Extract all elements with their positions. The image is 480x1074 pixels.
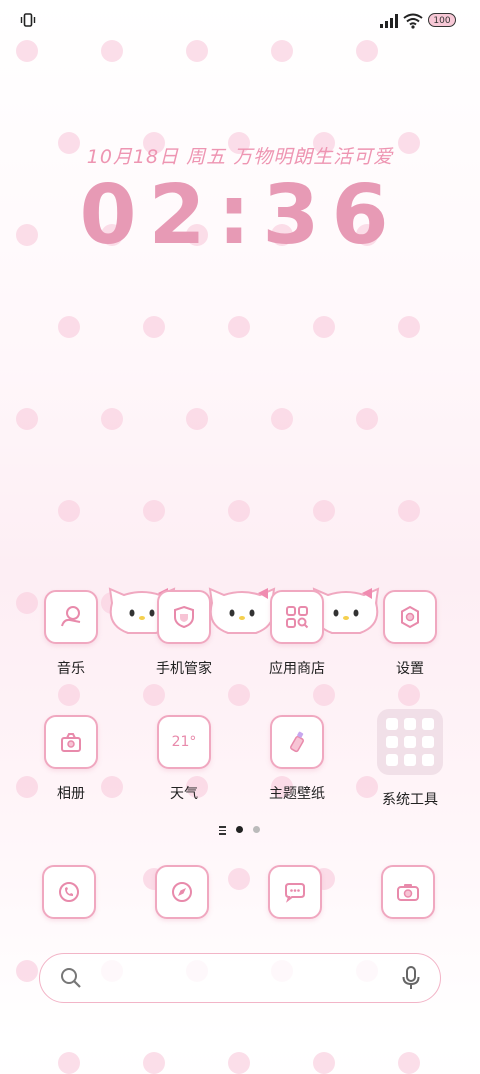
wallpaper-dot: [143, 500, 165, 522]
battery-indicator: 100: [428, 13, 456, 27]
camera-icon: [397, 884, 419, 901]
phone-tile[interactable]: [42, 865, 96, 919]
wallpaper-dot: [186, 40, 208, 62]
app-themes[interactable]: 主题壁纸: [247, 715, 347, 803]
wallpaper-dot: [313, 1052, 335, 1074]
wallpaper-dot: [228, 1052, 250, 1074]
wallpaper-dot: [16, 408, 38, 430]
browser-icon: [172, 882, 192, 902]
app-phone-manager[interactable]: 手机管家: [134, 590, 234, 678]
signal-icon: [380, 14, 398, 28]
app-settings[interactable]: 设置: [360, 590, 460, 678]
message-icon: [285, 883, 305, 903]
wallpaper-dot: [313, 500, 335, 522]
app-label: 手机管家: [156, 661, 212, 677]
music-icon: [61, 606, 81, 627]
gallery-tile[interactable]: [44, 715, 98, 769]
messages-tile[interactable]: [268, 865, 322, 919]
wallpaper-dot: [228, 500, 250, 522]
wallpaper-dot: [143, 684, 165, 706]
app-store[interactable]: 应用商店: [247, 590, 347, 678]
app-weather[interactable]: 21° 天气: [134, 715, 234, 803]
browser-tile[interactable]: [155, 865, 209, 919]
wallpaper-dot: [356, 40, 378, 62]
wallpaper-dot: [228, 316, 250, 338]
camera-tile[interactable]: [381, 865, 435, 919]
wallpaper-dot: [271, 408, 293, 430]
folder-tile[interactable]: [377, 709, 443, 775]
wallpaper-dot: [186, 408, 208, 430]
app-store-icon: [286, 606, 309, 629]
app-label: 设置: [396, 661, 424, 677]
wallpaper-dot: [228, 868, 250, 890]
page-indicator[interactable]: [0, 825, 480, 835]
status-bar: 100: [0, 8, 480, 34]
wallpaper-dot: [101, 40, 123, 62]
app-music[interactable]: 音乐: [21, 590, 121, 678]
gallery-icon: [61, 733, 81, 752]
phone-manager-tile[interactable]: [157, 590, 211, 644]
gear-icon: [401, 605, 419, 629]
app-label: 系统工具: [382, 792, 438, 808]
wallpaper-dot: [271, 40, 293, 62]
app-label: 音乐: [57, 661, 85, 677]
dock-messages[interactable]: [268, 865, 322, 919]
paint-bottle-icon: [290, 731, 304, 753]
dock-camera[interactable]: [381, 865, 435, 919]
clock-time[interactable]: 02:36: [0, 168, 480, 263]
wallpaper-dot: [398, 500, 420, 522]
weather-temperature: 21°: [171, 734, 197, 750]
wallpaper-dot: [398, 1052, 420, 1074]
wallpaper-dot: [228, 684, 250, 706]
wallpaper-dot: [58, 316, 80, 338]
mic-icon[interactable]: [402, 966, 420, 990]
app-label: 相册: [57, 786, 85, 802]
app-gallery[interactable]: 相册: [21, 715, 121, 803]
wallpaper-dot: [398, 316, 420, 338]
themes-tile[interactable]: [270, 715, 324, 769]
app-store-tile[interactable]: [270, 590, 324, 644]
home-menu-icon[interactable]: [219, 826, 226, 837]
wallpaper-dot: [58, 500, 80, 522]
wallpaper-dot: [356, 408, 378, 430]
dock-phone[interactable]: [42, 865, 96, 919]
wallpaper-dot: [16, 960, 38, 982]
weather-tile[interactable]: 21°: [157, 715, 211, 769]
wallpaper-dot: [398, 684, 420, 706]
folder-system-tools[interactable]: 系统工具: [360, 709, 460, 809]
wallpaper-dot: [16, 40, 38, 62]
dock-browser[interactable]: [155, 865, 209, 919]
page-dot-active[interactable]: [236, 826, 243, 833]
wallpaper-dot: [313, 316, 335, 338]
date-slogan: 10月18日 周五 万物明朗生活可爱: [86, 146, 394, 168]
wallpaper-dot: [143, 1052, 165, 1074]
search-icon[interactable]: [60, 967, 82, 989]
wallpaper-dot: [58, 684, 80, 706]
wifi-icon: [403, 13, 423, 29]
app-label: 主题壁纸: [269, 786, 325, 802]
search-bar[interactable]: [39, 953, 441, 1003]
app-label: 应用商店: [269, 661, 325, 677]
settings-tile[interactable]: [383, 590, 437, 644]
app-label: 天气: [170, 786, 198, 802]
wallpaper-dot: [58, 1052, 80, 1074]
wallpaper-dot: [101, 408, 123, 430]
page-dot[interactable]: [253, 826, 260, 833]
wallpaper-dot: [143, 316, 165, 338]
phone-icon: [59, 882, 79, 902]
shield-icon: [174, 605, 194, 629]
vibrate-icon: [20, 13, 36, 27]
wallpaper-dot: [313, 684, 335, 706]
music-tile[interactable]: [44, 590, 98, 644]
